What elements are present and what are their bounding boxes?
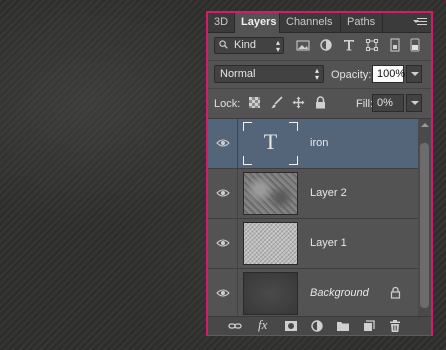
adjustment-filter-icon[interactable]	[319, 38, 333, 52]
layer-lock-icon	[390, 286, 401, 299]
eye-column-divider	[237, 269, 238, 318]
opacity-field[interactable]: 100%	[372, 65, 405, 83]
eye-column-divider	[237, 219, 238, 268]
fill-label: Fill:	[356, 98, 374, 110]
layer-list: T iron Layer 2 Layer 1 Background	[208, 119, 418, 319]
panel-bottom-bar: fx	[208, 316, 431, 335]
lock-image-icon[interactable]	[270, 96, 283, 109]
tab-3d[interactable]: 3D	[208, 13, 235, 32]
type-filter-icon[interactable]	[342, 38, 356, 52]
delete-layer-icon[interactable]	[388, 319, 402, 333]
filter-toggle-icon[interactable]	[410, 38, 420, 52]
visibility-eye-icon[interactable]	[216, 238, 230, 248]
visibility-eye-icon[interactable]	[216, 288, 230, 298]
layers-panel: 3D Layers Channels Paths Kind ▴ ▾ Normal …	[206, 11, 433, 336]
layer-style-icon[interactable]: fx	[258, 317, 267, 333]
filter-kind-label: Kind	[234, 39, 257, 51]
tab-paths[interactable]: Paths	[341, 13, 383, 32]
fill-dropdown-button[interactable]	[406, 94, 422, 112]
opacity-dropdown-button[interactable]	[406, 65, 422, 83]
eye-column-divider	[237, 119, 238, 168]
filter-kind-select[interactable]: Kind ▴ ▾	[214, 37, 284, 54]
add-mask-icon[interactable]	[284, 319, 298, 333]
layer-row-layer-2[interactable]: Layer 2	[208, 169, 418, 219]
lock-position-icon[interactable]	[292, 96, 305, 109]
tab-layers[interactable]: Layers	[235, 13, 280, 33]
blend-mode-select[interactable]: Normal ▴ ▾	[214, 65, 324, 83]
layer-thumbnail[interactable]	[243, 272, 298, 315]
layer-name[interactable]: Layer 1	[310, 237, 347, 249]
tab-channels[interactable]: Channels	[280, 13, 341, 32]
spinner-arrows-icon: ▴ ▾	[314, 66, 319, 82]
scroll-thumb[interactable]	[420, 143, 429, 308]
lock-label: Lock:	[214, 98, 241, 110]
smart-object-filter-icon[interactable]	[388, 38, 402, 52]
search-icon	[219, 40, 228, 49]
lock-row: Lock: Fill: 0%	[208, 89, 431, 119]
eye-column-divider	[237, 169, 238, 218]
layer-row-background[interactable]: Background	[208, 269, 418, 319]
shape-filter-icon[interactable]	[365, 38, 379, 52]
layer-row-iron[interactable]: T iron	[208, 119, 418, 169]
type-layer-glyph: T	[263, 129, 278, 154]
filter-row: Kind ▴ ▾	[208, 33, 431, 61]
layer-row-layer-1[interactable]: Layer 1	[208, 219, 418, 269]
panel-tab-bar: 3D Layers Channels Paths	[208, 13, 431, 33]
adjustment-layer-icon[interactable]	[310, 319, 324, 333]
layer-name[interactable]: Layer 2	[310, 187, 347, 199]
blend-row: Normal ▴ ▾ Opacity: 100%	[208, 61, 431, 89]
fill-field[interactable]: 0%	[372, 94, 404, 112]
layer-name[interactable]: iron	[310, 137, 328, 149]
new-group-icon[interactable]	[336, 319, 350, 333]
visibility-eye-icon[interactable]	[216, 138, 230, 148]
layer-thumbnail[interactable]	[243, 172, 298, 215]
scroll-up-arrow-icon[interactable]	[421, 123, 429, 127]
visibility-eye-icon[interactable]	[216, 188, 230, 198]
opacity-label: Opacity:	[331, 69, 372, 81]
lock-all-icon[interactable]	[314, 96, 327, 109]
layer-name[interactable]: Background	[310, 287, 369, 299]
layer-thumbnail[interactable]	[243, 222, 298, 265]
new-layer-icon[interactable]	[362, 319, 376, 333]
layer-list-scrollbar[interactable]	[418, 119, 431, 316]
image-filter-icon[interactable]	[296, 38, 310, 52]
link-layers-icon[interactable]	[228, 319, 242, 333]
panel-menu-icon[interactable]	[413, 16, 427, 28]
spinner-arrows-icon: ▴ ▾	[275, 38, 280, 54]
lock-transparency-icon[interactable]	[248, 96, 261, 109]
type-layer-thumbnail[interactable]: T	[243, 122, 298, 165]
blend-mode-value: Normal	[220, 68, 256, 80]
